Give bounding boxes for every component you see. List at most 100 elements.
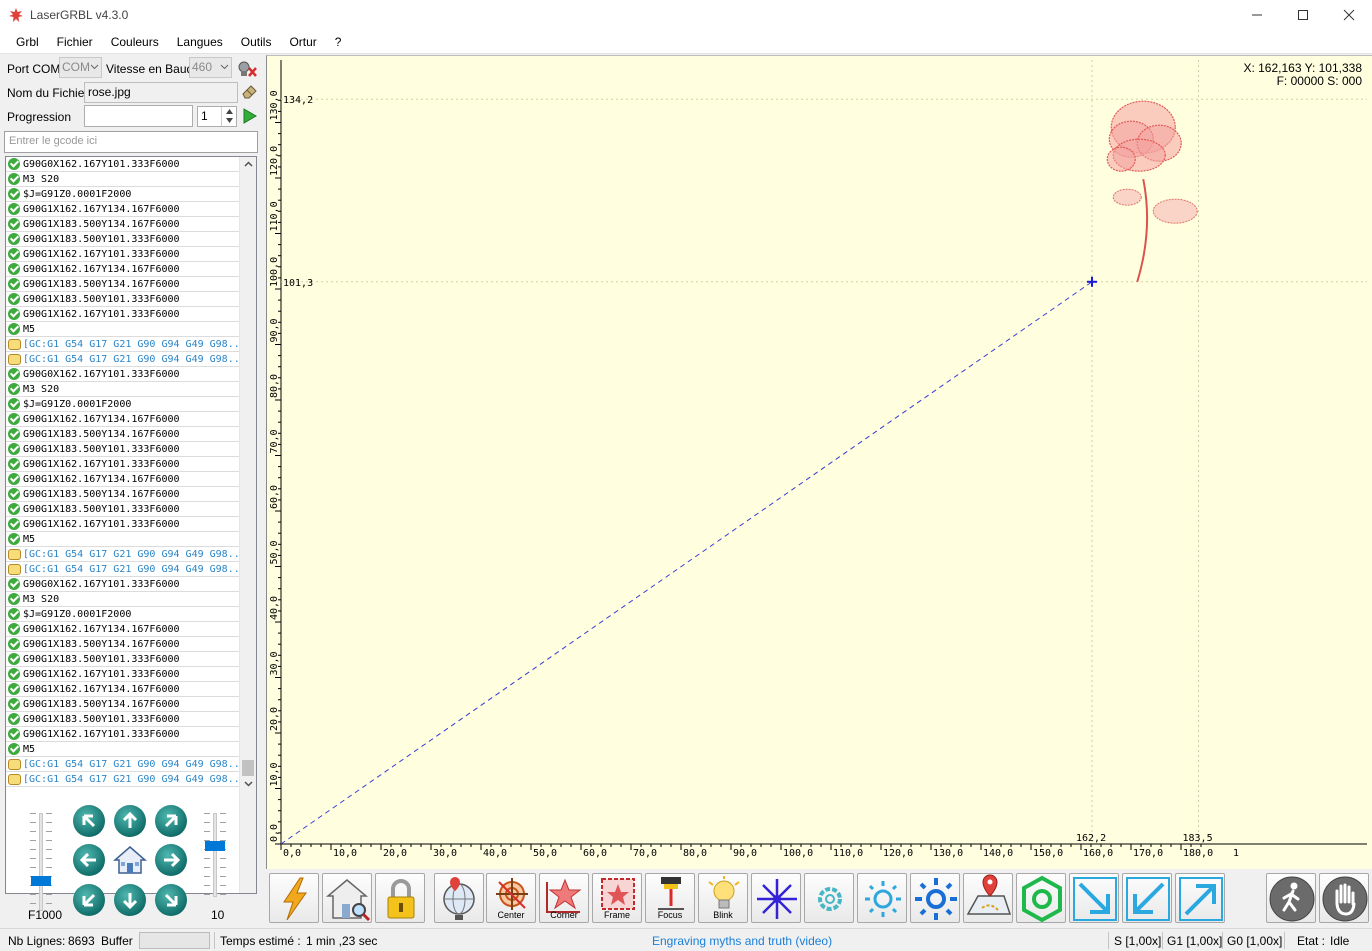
y-tick-label: 0,0 xyxy=(269,824,280,842)
center-button[interactable]: Center xyxy=(486,873,536,923)
step-slider[interactable] xyxy=(204,813,226,897)
eraser-icon[interactable] xyxy=(241,83,258,100)
check-icon xyxy=(8,293,20,305)
check-icon xyxy=(8,578,20,590)
log-row: G90G1X162.167Y134.167F6000 xyxy=(6,682,239,697)
state-value: Idle xyxy=(1330,934,1350,948)
unlock-button[interactable] xyxy=(375,873,425,923)
speed-slider-thumb[interactable] xyxy=(31,876,51,886)
pause-walk-button[interactable] xyxy=(1266,873,1316,923)
baud-select[interactable]: 460 xyxy=(189,57,232,78)
preview-canvas[interactable]: 0,0 10,0 20,0 30,0 40,0 50,0 60,0 70,0 80,0 90,0 1… xyxy=(266,55,1372,869)
menu-grbl[interactable]: Grbl xyxy=(7,30,48,54)
log-row-text: M3 S20 xyxy=(23,593,60,605)
menu-ortur[interactable]: Ortur xyxy=(280,30,325,54)
log-row-text: G90G1X183.500Y134.167F6000 xyxy=(23,278,180,290)
y-mark-bottom: 101,3 xyxy=(283,278,313,289)
play-icon[interactable] xyxy=(242,108,257,124)
focus-button[interactable]: Focus xyxy=(645,873,695,923)
world-coordinates-button[interactable] xyxy=(434,873,484,923)
y-tick-label: 70,0 xyxy=(269,429,280,453)
home-icon[interactable] xyxy=(113,844,147,876)
frame-button[interactable]: Frame xyxy=(592,873,642,923)
jog-down-button[interactable] xyxy=(114,884,146,916)
gcode-input[interactable]: Entrer le gcode ici xyxy=(4,131,258,153)
step-slider-thumb[interactable] xyxy=(205,841,225,851)
log-row: G90G1X183.500Y134.167F6000 xyxy=(6,217,239,232)
lines-label: Nb Lignes: xyxy=(8,934,66,948)
rose-leaf xyxy=(1152,198,1198,224)
check-icon xyxy=(8,743,20,755)
center-caption: Center xyxy=(497,910,525,920)
corner-button[interactable]: Corner xyxy=(539,873,589,923)
check-icon xyxy=(8,248,20,260)
x-tick-label: 70,0 xyxy=(633,848,657,859)
power-mid-button[interactable] xyxy=(857,873,907,923)
jog-up-left-button[interactable] xyxy=(73,805,105,837)
baud-label: Vitesse en Baud xyxy=(106,62,194,76)
menu-fichier[interactable]: Fichier xyxy=(48,30,102,54)
log-row: G90G1X183.500Y101.333F6000 xyxy=(6,502,239,517)
x-tick-label: 180,0 xyxy=(1183,848,1213,859)
maximize-button[interactable] xyxy=(1280,0,1326,30)
chevron-down-icon[interactable] xyxy=(244,781,253,787)
map-route-button[interactable] xyxy=(963,873,1013,923)
log-row: G90G1X162.167Y101.333F6000 xyxy=(6,247,239,262)
menu-outils[interactable]: Outils xyxy=(232,30,281,54)
jog-left-button[interactable] xyxy=(73,844,105,876)
g1-override[interactable]: G1 [1,00x] xyxy=(1167,934,1222,948)
log-row-text: G90G1X183.500Y134.167F6000 xyxy=(23,488,180,500)
check-icon xyxy=(8,503,20,515)
status-bar: Nb Lignes: 8693 Buffer Temps estimé : 1 … xyxy=(0,928,1372,951)
minimize-button[interactable] xyxy=(1234,0,1280,30)
menu-help[interactable]: ? xyxy=(326,30,351,54)
video-link[interactable]: Engraving myths and truth (video) xyxy=(652,934,832,948)
stop-button[interactable] xyxy=(1319,873,1369,923)
stepper-up-button[interactable] xyxy=(222,107,236,116)
log-row: [GC:G1 G54 G17 G21 G90 G94 G49 G98... xyxy=(6,757,239,772)
jog-down-left-button[interactable] xyxy=(73,884,105,916)
passes-stepper[interactable]: 1 xyxy=(197,106,237,127)
y-tick-label: 10,0 xyxy=(269,762,280,786)
x-mark-left: 162,2 xyxy=(1076,833,1106,844)
jog-up-button[interactable] xyxy=(114,805,146,837)
port-select[interactable]: COM xyxy=(59,57,102,78)
spindle-override[interactable]: S [1,00x] xyxy=(1114,934,1161,948)
check-icon xyxy=(8,263,20,275)
log-row: $J=G91Z0.0001F2000 xyxy=(6,187,239,202)
menu-langues[interactable]: Langues xyxy=(168,30,232,54)
hexagon-button[interactable] xyxy=(1016,873,1066,923)
disconnect-icon[interactable] xyxy=(236,59,258,79)
move-up-right-button[interactable] xyxy=(1175,873,1225,923)
stepper-down-button[interactable] xyxy=(222,116,236,125)
power-low-button[interactable] xyxy=(804,873,854,923)
file-label: Nom du Fichier xyxy=(7,86,89,100)
log-scrollbar[interactable] xyxy=(239,157,256,893)
check-icon xyxy=(8,188,20,200)
check-icon xyxy=(8,398,20,410)
rose-petal xyxy=(1106,146,1136,172)
grbl-reset-button[interactable] xyxy=(269,873,319,923)
lines-value: 8693 xyxy=(68,934,95,948)
check-icon xyxy=(8,593,20,605)
close-button[interactable] xyxy=(1326,0,1372,30)
x-tick-label: 160,0 xyxy=(1083,848,1113,859)
laser-fire-button[interactable] xyxy=(751,873,801,923)
x-tick-label: 80,0 xyxy=(683,848,707,859)
g0-override[interactable]: G0 [1,00x] xyxy=(1227,934,1282,948)
jog-up-right-button[interactable] xyxy=(155,805,187,837)
power-high-button[interactable] xyxy=(910,873,960,923)
homing-button[interactable] xyxy=(322,873,372,923)
chevron-up-icon[interactable] xyxy=(244,161,253,167)
log-row-text: G90G1X162.167Y101.333F6000 xyxy=(23,458,180,470)
move-down-right-button[interactable] xyxy=(1069,873,1119,923)
blink-button[interactable]: Blink xyxy=(698,873,748,923)
file-name-field[interactable]: rose.jpg xyxy=(84,82,238,103)
jog-down-right-button[interactable] xyxy=(155,884,187,916)
jog-right-button[interactable] xyxy=(155,844,187,876)
scroll-thumb[interactable] xyxy=(242,760,254,776)
move-down-left-button[interactable] xyxy=(1122,873,1172,923)
menu-couleurs[interactable]: Couleurs xyxy=(102,30,168,54)
log-row: G90G0X162.167Y101.333F6000 xyxy=(6,157,239,172)
speed-slider[interactable] xyxy=(30,813,52,911)
